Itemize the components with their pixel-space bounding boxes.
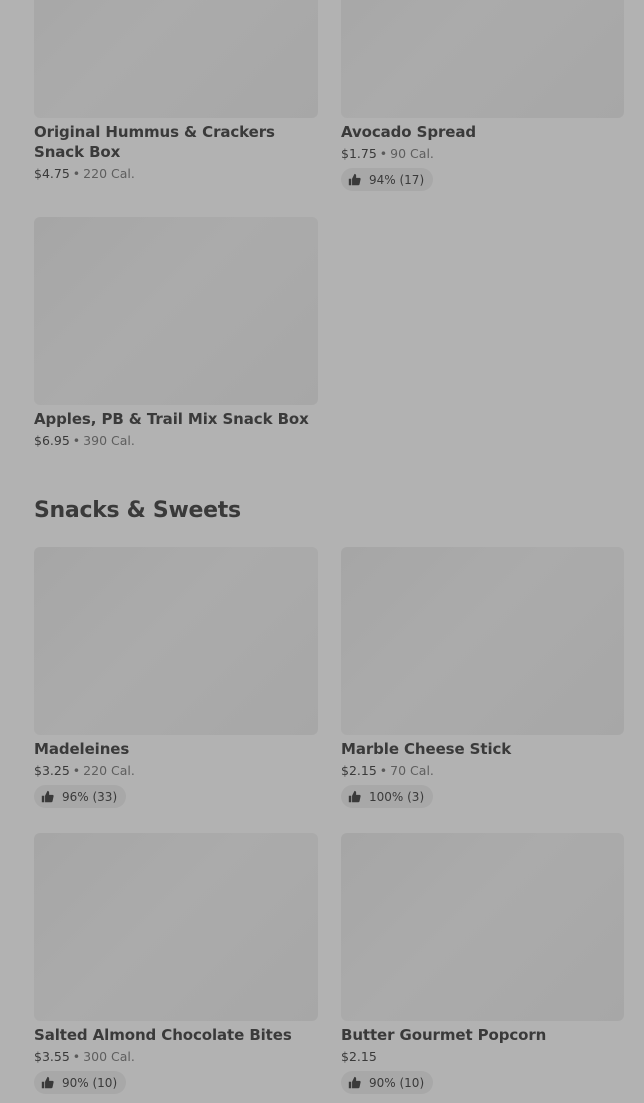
item-name: Avocado Spread: [341, 123, 477, 141]
item-meta: $6.95 • 390 Cal.: [34, 432, 318, 450]
item-name: Apples, PB & Trail Mix Snack Box: [34, 410, 309, 428]
rating-badge: 96% (33): [34, 785, 127, 808]
item-name: Salted Almond Chocolate Bites: [34, 1026, 292, 1044]
menu-page: Original Hummus & Crackers Snack Box $4.…: [0, 0, 644, 1103]
menu-item-card[interactable]: Butter Gourmet Popcorn $2.15 90% (10): [341, 833, 624, 1094]
item-price: $2.15: [341, 763, 377, 778]
item-meta: $3.55 • 300 Cal.: [34, 1048, 318, 1066]
item-calories: 220 Cal.: [83, 763, 135, 778]
rating-text: 90% (10): [369, 1075, 425, 1090]
item-image[interactable]: [34, 833, 318, 1021]
rating-text: 96% (33): [62, 789, 118, 804]
item-name: Marble Cheese Stick: [341, 740, 512, 758]
item-image[interactable]: [34, 0, 318, 118]
separator: •: [379, 763, 388, 778]
item-image[interactable]: [341, 547, 624, 735]
item-calories: 90 Cal.: [390, 146, 434, 161]
item-calories: 390 Cal.: [83, 433, 135, 448]
item-image[interactable]: [341, 0, 624, 118]
item-image[interactable]: [34, 217, 318, 405]
item-calories: 70 Cal.: [390, 763, 434, 778]
item-price: $3.25: [34, 763, 70, 778]
separator: •: [72, 433, 81, 448]
rating-badge: 90% (10): [341, 1071, 434, 1094]
item-image[interactable]: [341, 833, 624, 1021]
section-title: Snacks & Sweets: [34, 498, 241, 523]
rating-text: 100% (3): [369, 789, 425, 804]
item-meta: $2.15 • 70 Cal.: [341, 762, 624, 780]
item-name: Original Hummus & Crackers Snack Box: [34, 123, 275, 161]
item-name: Madeleines: [34, 740, 130, 758]
thumbs-up-icon: [348, 1076, 361, 1089]
item-name: Butter Gourmet Popcorn: [341, 1026, 547, 1044]
item-meta: $3.25 • 220 Cal.: [34, 762, 318, 780]
item-price: $2.15: [341, 1049, 377, 1064]
item-meta: $1.75 • 90 Cal.: [341, 145, 624, 163]
menu-item-card[interactable]: Apples, PB & Trail Mix Snack Box $6.95 • 3…: [34, 217, 318, 450]
item-image[interactable]: [34, 547, 318, 735]
item-price: $6.95: [34, 433, 70, 448]
menu-item-card[interactable]: Original Hummus & Crackers Snack Box $4.…: [34, 0, 318, 183]
item-price: $1.75: [341, 146, 377, 161]
item-meta: $4.75 • 220 Cal.: [34, 165, 318, 183]
thumbs-up-icon: [348, 790, 361, 803]
rating-text: 90% (10): [62, 1075, 118, 1090]
menu-item-card[interactable]: Avocado Spread $1.75 • 90 Cal. 94% (17): [341, 0, 624, 191]
rating-badge: 90% (10): [34, 1071, 127, 1094]
rating-badge: 94% (17): [341, 168, 434, 191]
separator: •: [72, 763, 81, 778]
item-price: $3.55: [34, 1049, 70, 1064]
item-price: $4.75: [34, 166, 70, 181]
thumbs-up-icon: [348, 173, 361, 186]
separator: •: [379, 146, 388, 161]
thumbs-up-icon: [41, 790, 54, 803]
menu-item-card[interactable]: Marble Cheese Stick $2.15 • 70 Cal. 100% (…: [341, 547, 624, 808]
item-meta: $2.15: [341, 1048, 624, 1066]
menu-item-card[interactable]: Salted Almond Chocolate Bites $3.55 • 300 …: [34, 833, 318, 1094]
rating-text: 94% (17): [369, 172, 425, 187]
separator: •: [72, 166, 81, 181]
thumbs-up-icon: [41, 1076, 54, 1089]
rating-badge: 100% (3): [341, 785, 434, 808]
menu-item-card[interactable]: Madeleines $3.25 • 220 Cal. 96% (33): [34, 547, 318, 808]
item-calories: 220 Cal.: [83, 166, 135, 181]
item-calories: 300 Cal.: [83, 1049, 135, 1064]
separator: •: [72, 1049, 81, 1064]
